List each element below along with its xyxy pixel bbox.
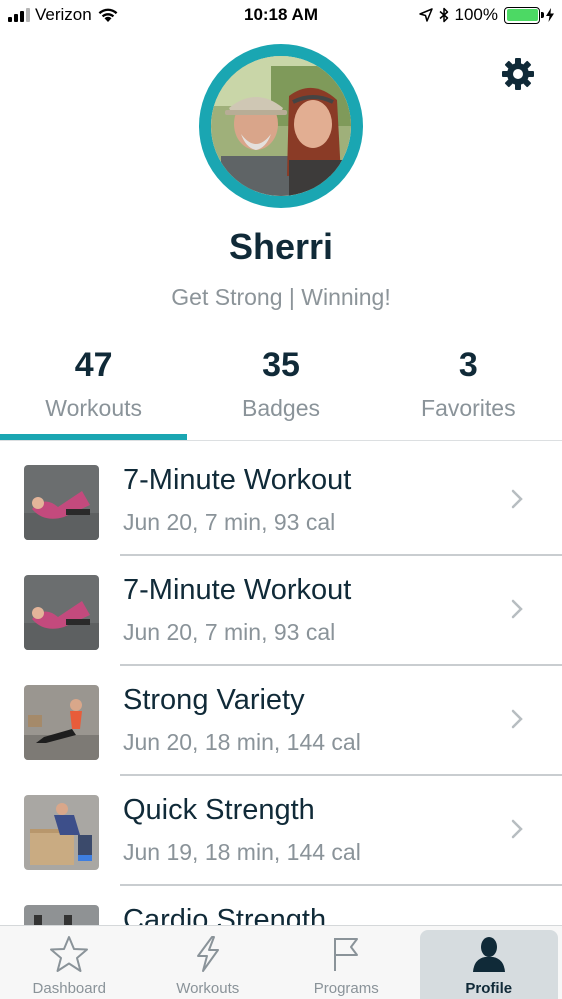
list-item[interactable]: Quick Strength Jun 19, 18 min, 144 cal (0, 776, 562, 886)
flag-icon (334, 938, 359, 971)
workout-meta: Jun 20, 7 min, 93 cal (123, 509, 336, 535)
person-icon (472, 937, 505, 972)
lightning-icon (196, 936, 219, 972)
tab-favorites[interactable]: 3 Favorites (375, 340, 562, 440)
workouts-label: Workouts (45, 395, 143, 421)
tab-badges[interactable]: 35 Badges (187, 340, 374, 440)
battery-icon (504, 6, 544, 24)
avatar[interactable] (199, 44, 363, 208)
list-item[interactable]: 7-Minute Workout Jun 20, 7 min, 93 cal (0, 556, 562, 666)
workout-list: 7-Minute Workout Jun 20, 7 min, 93 cal 7… (0, 446, 562, 996)
workout-thumbnail (24, 575, 99, 650)
tab-dashboard[interactable]: Dashboard (0, 926, 139, 999)
tab-label: Dashboard (32, 980, 106, 997)
workout-meta: Jun 19, 18 min, 144 cal (123, 839, 361, 865)
workouts-count: 47 (74, 346, 113, 384)
charging-bolt-icon (546, 8, 554, 22)
workout-title: 7-Minute Workout (123, 574, 352, 606)
workout-title: 7-Minute Workout (123, 464, 352, 496)
favorites-count: 3 (458, 346, 478, 384)
workout-thumbnail (24, 795, 99, 870)
location-arrow-icon (418, 8, 433, 22)
gear-icon (502, 58, 534, 90)
profile-motto: Get Strong | Winning! (171, 284, 391, 310)
tab-bar: Dashboard Workouts Programs Profile (0, 925, 562, 999)
tab-profile[interactable]: Profile (419, 930, 558, 999)
workout-title: Quick Strength (123, 794, 315, 826)
profile-name: Sherri (228, 226, 334, 267)
tab-workouts[interactable]: 47 Workouts (0, 340, 188, 440)
status-right: 100% (418, 5, 554, 25)
workout-title: Strong Variety (123, 684, 305, 716)
tab-label: Programs (313, 980, 379, 997)
workout-meta: Jun 20, 18 min, 144 cal (123, 729, 361, 755)
chevron-right-icon (511, 709, 523, 729)
chevron-right-icon (511, 819, 523, 839)
battery-fill (506, 9, 538, 21)
tab-programs[interactable]: Programs (277, 926, 416, 999)
badges-count: 35 (262, 346, 300, 384)
workout-thumbnail (24, 465, 99, 540)
settings-button[interactable] (496, 52, 540, 96)
tab-label: Profile (465, 980, 513, 997)
divider (0, 440, 562, 441)
list-item[interactable]: Strong Variety Jun 20, 18 min, 144 cal (0, 666, 562, 776)
chevron-right-icon (511, 489, 523, 509)
list-item[interactable]: 7-Minute Workout Jun 20, 7 min, 93 cal (0, 446, 562, 556)
chevron-right-icon (511, 599, 523, 619)
status-bar: Verizon 10:18 AM 100% (0, 0, 562, 32)
badges-label: Badges (241, 395, 320, 421)
workout-meta: Jun 20, 7 min, 93 cal (123, 619, 336, 645)
bluetooth-icon (439, 7, 448, 23)
star-icon (50, 936, 89, 972)
tab-label: Workouts (176, 980, 240, 997)
tab-workouts-nav[interactable]: Workouts (139, 926, 278, 999)
workout-thumbnail (24, 685, 99, 760)
battery-percent: 100% (454, 5, 498, 24)
favorites-label: Favorites (421, 395, 516, 421)
avatar-photo (211, 56, 351, 196)
stats-tabs: 47 Workouts 35 Badges 3 Favorites (0, 340, 562, 440)
